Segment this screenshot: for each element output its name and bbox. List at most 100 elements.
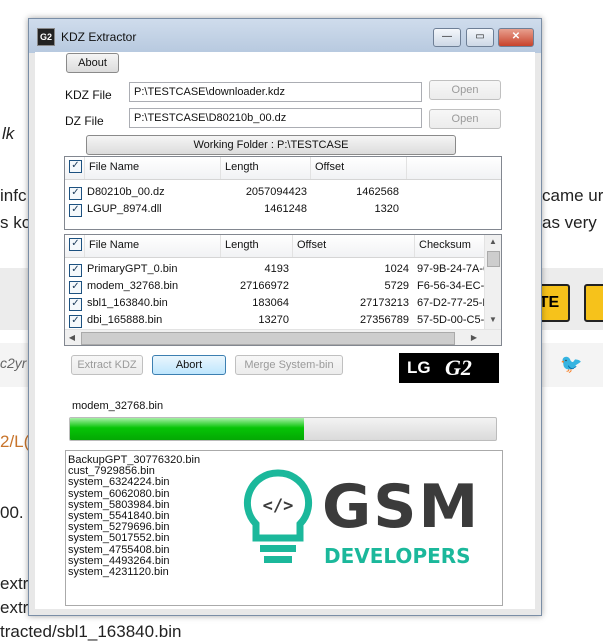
row-filename: sbl1_163840.bin xyxy=(87,297,168,309)
row-offset: 1462568 xyxy=(356,186,399,198)
row-length: 27166972 xyxy=(240,280,289,292)
table-row[interactable]: ✓ PrimaryGPT_0.bin 4193 1024 97-9B-24-7A… xyxy=(65,261,485,278)
lg-g2-logo: LG G2 xyxy=(399,353,499,383)
lightbulb-icon: </> xyxy=(243,469,313,563)
row-length: 2057094423 xyxy=(245,186,307,198)
row-length: 183064 xyxy=(252,297,289,309)
scroll-thumb[interactable] xyxy=(487,251,500,267)
select-all-checkbox[interactable]: ✓ xyxy=(69,238,82,251)
table-row[interactable]: ✓ modem_32768.bin 27166972 5729 F6-56-34… xyxy=(65,278,485,295)
row-filename: dbi_165888.bin xyxy=(87,314,163,326)
row-checkbox[interactable]: ✓ xyxy=(69,315,82,328)
window-client-area: About KDZ File P:\TESTCASE\downloader.kd… xyxy=(35,52,535,609)
scroll-left-arrow-icon[interactable]: ◀ xyxy=(67,333,77,342)
select-all-checkbox[interactable]: ✓ xyxy=(69,160,82,173)
table-row[interactable]: ✓ sbl1_163840.bin 183064 27173213 67-D2-… xyxy=(65,295,485,312)
lg-logo-text: LG xyxy=(407,358,431,377)
scroll-down-arrow-icon[interactable]: ▼ xyxy=(485,315,501,324)
row-offset: 27173213 xyxy=(360,297,409,309)
kdz-col-offset[interactable]: Offset xyxy=(311,157,407,179)
kdz-open-button[interactable]: Open xyxy=(429,80,501,100)
scroll-up-arrow-icon[interactable]: ▲ xyxy=(485,237,501,246)
kdz-file-label: KDZ File xyxy=(65,88,112,102)
scroll-right-arrow-icon[interactable]: ▶ xyxy=(469,333,479,342)
dz-col-length[interactable]: Length xyxy=(221,235,293,257)
bg-text-came: came ur xyxy=(542,186,603,205)
extraction-progress-bar xyxy=(69,417,497,441)
dz-col-offset[interactable]: Offset xyxy=(293,235,415,257)
kdz-extractor-window: G2 KDZ Extractor — ▭ ✕ About KDZ File P:… xyxy=(28,18,542,616)
row-offset: 1024 xyxy=(384,263,409,275)
row-checkbox[interactable]: ✓ xyxy=(69,281,82,294)
bg-text-asvery: as very xyxy=(542,213,597,232)
kdz-list-header-check[interactable]: ✓ xyxy=(65,157,85,179)
row-filename: PrimaryGPT_0.bin xyxy=(87,263,178,275)
table-row[interactable]: ✓ LGUP_8974.dll 1461248 1320 xyxy=(65,201,501,218)
row-checksum: F6-56-34-EC-FD-A0 xyxy=(417,280,485,292)
row-offset: 27356789 xyxy=(360,314,409,326)
dz-file-input[interactable]: P:\TESTCASE\D80210b_00.dz xyxy=(129,108,422,128)
current-file-label: modem_32768.bin xyxy=(72,400,164,412)
watermark-brand: GSM xyxy=(322,472,478,542)
row-length: 1461248 xyxy=(264,203,307,215)
title-bar[interactable]: G2 KDZ Extractor — ▭ ✕ xyxy=(29,19,541,53)
bg-text-sko: s ko xyxy=(0,213,32,232)
row-filename: LGUP_8974.dll xyxy=(87,203,162,215)
log-line: system_5017552.bin xyxy=(68,532,170,545)
bg-text-extr1: extr xyxy=(0,574,29,593)
row-checksum: 57-5D-00-C5-5B-18 xyxy=(417,314,485,326)
kdz-col-length[interactable]: Length xyxy=(221,157,311,179)
extract-kdz-button[interactable]: Extract KDZ xyxy=(71,355,143,375)
bg-text-lk: lk xyxy=(2,124,15,143)
bg-text-00: 00. xyxy=(0,503,24,522)
scroll-thumb-horizontal[interactable] xyxy=(81,332,455,345)
gsm-developers-watermark: </> GSM DEVELOPERS xyxy=(243,469,478,568)
row-checksum: 97-9B-24-7A-60-0A xyxy=(417,263,485,275)
kdz-file-input[interactable]: P:\TESTCASE\downloader.kdz xyxy=(129,82,422,102)
row-filename: modem_32768.bin xyxy=(87,280,179,292)
table-row[interactable]: ✓ dbi_165888.bin 13270 27356789 57-5D-00… xyxy=(65,312,485,329)
dz-open-button[interactable]: Open xyxy=(429,109,501,129)
vertical-scrollbar[interactable]: ▲ ▼ xyxy=(484,235,501,329)
merge-system-bin-button[interactable]: Merge System-bin xyxy=(235,355,343,375)
bg-text-extr2: extr xyxy=(0,598,29,617)
log-lines: BackupGPT_30776320.bin cust_7929856.bin sy… xyxy=(66,454,200,579)
dz-col-filename[interactable]: File Name xyxy=(85,235,221,257)
minimize-button[interactable]: — xyxy=(433,28,461,47)
window-title: KDZ Extractor xyxy=(61,30,137,44)
kdz-col-filename[interactable]: File Name xyxy=(85,157,221,179)
kdz-file-list[interactable]: ✓ File Name Length Offset ✓ D80210b_00.d… xyxy=(64,156,502,230)
progress-fill xyxy=(70,418,305,440)
dz-file-label: DZ File xyxy=(65,114,104,128)
svg-text:</>: </> xyxy=(263,496,294,516)
log-line: system_4231120.bin xyxy=(68,566,169,579)
maximize-button[interactable]: ▭ xyxy=(466,28,494,47)
close-button[interactable]: ✕ xyxy=(498,28,534,47)
bg-text-c2yr: c2yr xyxy=(0,355,27,371)
dz-partition-list[interactable]: ✓ File Name Length Offset Checksum ✓ Pri… xyxy=(64,234,502,346)
bg-text-info: infc xyxy=(0,186,27,205)
extraction-log[interactable]: BackupGPT_30776320.bin cust_7929856.bin sy… xyxy=(65,450,503,606)
horizontal-scrollbar[interactable]: ◀ ▶ xyxy=(65,329,501,345)
row-checkbox[interactable]: ✓ xyxy=(69,264,82,277)
table-row[interactable]: ✓ D80210b_00.dz 2057094423 1462568 xyxy=(65,184,501,201)
bg-text-2L: 2/L( xyxy=(0,432,30,451)
bg-text-extracted: tracted/sbl1_163840.bin xyxy=(0,622,182,641)
row-checkbox[interactable]: ✓ xyxy=(69,187,82,200)
app-icon: G2 xyxy=(37,28,55,46)
row-filename: D80210b_00.dz xyxy=(87,186,165,198)
working-folder-button[interactable]: Working Folder : P:\TESTCASE xyxy=(86,135,456,155)
row-checksum: 67-D2-77-25-B7-B0 xyxy=(417,297,485,309)
row-length: 13270 xyxy=(258,314,289,326)
dz-list-header: ✓ File Name Length Offset Checksum xyxy=(65,235,485,258)
kdz-list-header: ✓ File Name Length Offset xyxy=(65,157,501,180)
g2-logo-text: G2 xyxy=(445,355,472,380)
about-button[interactable]: About xyxy=(66,53,119,73)
row-length: 4193 xyxy=(264,263,289,275)
row-offset: 5729 xyxy=(384,280,409,292)
row-checkbox[interactable]: ✓ xyxy=(69,298,82,311)
row-checkbox[interactable]: ✓ xyxy=(69,204,82,217)
abort-button[interactable]: Abort xyxy=(152,355,226,375)
dz-col-checksum[interactable]: Checksum xyxy=(415,235,485,257)
dz-list-header-check[interactable]: ✓ xyxy=(65,235,85,257)
